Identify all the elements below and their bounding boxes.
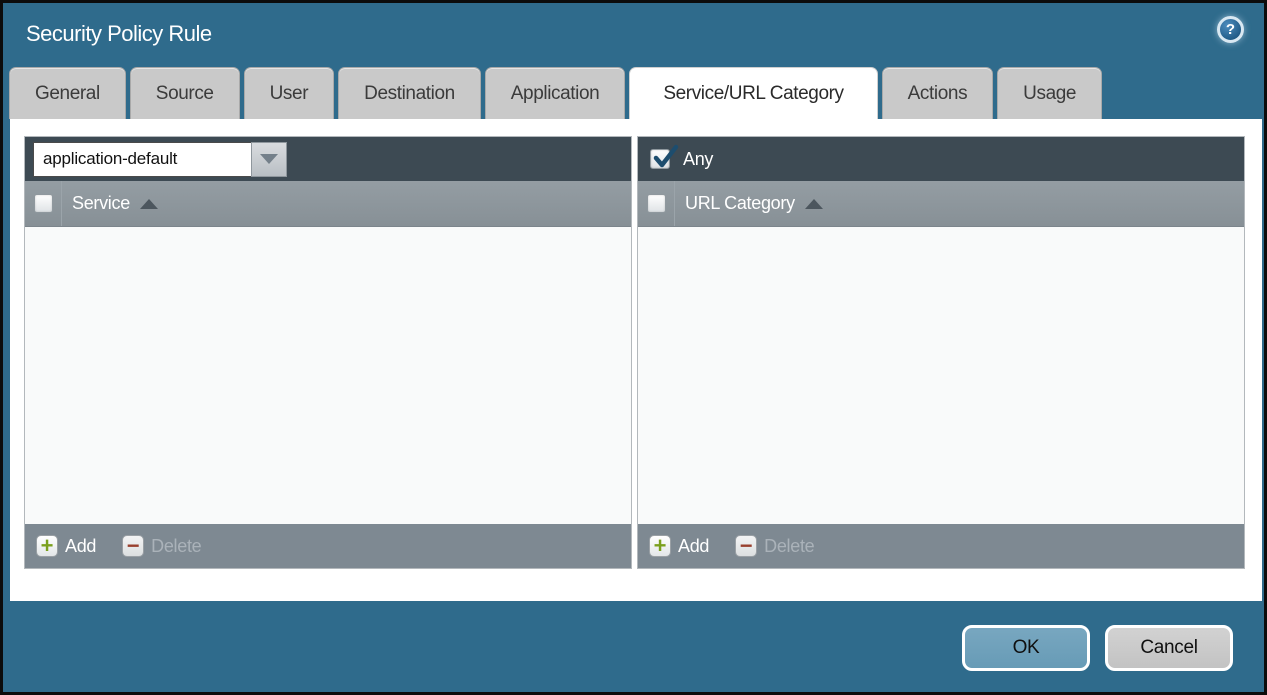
- service-delete-button[interactable]: − Delete: [122, 535, 201, 557]
- tab-user[interactable]: User: [244, 67, 335, 119]
- tab-source[interactable]: Source: [130, 67, 240, 119]
- delete-minus-icon: −: [122, 535, 144, 557]
- add-plus-icon: +: [649, 535, 671, 557]
- url-category-delete-button[interactable]: − Delete: [735, 535, 814, 557]
- tab-general-label: General: [35, 83, 100, 105]
- tab-bar: General Source User Destination Applicat…: [9, 67, 1102, 119]
- tab-application[interactable]: Application: [485, 67, 626, 119]
- tab-content-service-url-category: Service + Add − Delete: [10, 119, 1262, 601]
- service-delete-label: Delete: [151, 536, 201, 557]
- add-plus-icon: +: [36, 535, 58, 557]
- any-row: Any: [646, 149, 713, 170]
- service-column-header-label: Service: [72, 193, 130, 214]
- help-icon[interactable]: ?: [1217, 16, 1244, 43]
- chevron-down-icon: [260, 154, 278, 164]
- url-category-column-header[interactable]: URL Category: [675, 193, 823, 214]
- service-column-header[interactable]: Service: [62, 193, 158, 214]
- service-list: [25, 227, 631, 524]
- tab-service-url-category-label: Service/URL Category: [663, 83, 843, 105]
- tab-usage[interactable]: Usage: [997, 67, 1102, 119]
- cancel-button[interactable]: Cancel: [1105, 625, 1233, 671]
- tab-general[interactable]: General: [9, 67, 126, 119]
- tab-source-label: Source: [156, 83, 214, 105]
- tab-actions-label: Actions: [908, 83, 968, 105]
- sort-asc-icon: [140, 199, 158, 209]
- dialog-footer: OK Cancel: [962, 625, 1233, 671]
- tab-destination[interactable]: Destination: [338, 67, 481, 119]
- sort-asc-icon: [805, 199, 823, 209]
- url-category-add-button[interactable]: + Add: [649, 535, 709, 557]
- tab-user-label: User: [270, 83, 309, 105]
- url-category-toolbar: Any: [638, 137, 1244, 181]
- delete-minus-icon: −: [735, 535, 757, 557]
- url-category-add-label: Add: [678, 536, 709, 557]
- service-toolbar: [25, 137, 631, 181]
- titlebar: Security Policy Rule ?: [3, 3, 1264, 65]
- url-category-list: [638, 227, 1244, 524]
- tab-service-url-category[interactable]: Service/URL Category: [629, 67, 877, 119]
- any-checkbox[interactable]: [650, 149, 670, 169]
- url-category-panel: Any URL Category + Add −: [637, 136, 1245, 569]
- security-policy-rule-dialog: Security Policy Rule ? General Source Us…: [0, 0, 1267, 695]
- dialog-title: Security Policy Rule: [26, 21, 212, 47]
- url-category-delete-label: Delete: [764, 536, 814, 557]
- service-add-label: Add: [65, 536, 96, 557]
- tab-usage-label: Usage: [1023, 83, 1076, 105]
- tab-destination-label: Destination: [364, 83, 455, 105]
- tab-actions[interactable]: Actions: [882, 67, 994, 119]
- url-category-footer-toolbar: + Add − Delete: [638, 524, 1244, 568]
- url-category-select-all-checkbox[interactable]: [647, 194, 666, 213]
- tab-application-label: Application: [511, 83, 600, 105]
- service-footer-toolbar: + Add − Delete: [25, 524, 631, 568]
- url-category-select-all-cell: [638, 181, 675, 226]
- service-panel: Service + Add − Delete: [24, 136, 632, 569]
- checkmark-icon: [652, 144, 680, 172]
- service-select-all-checkbox[interactable]: [34, 194, 53, 213]
- service-column-header-row: Service: [25, 181, 631, 227]
- url-category-column-header-label: URL Category: [685, 193, 795, 214]
- any-checkbox-label: Any: [683, 149, 713, 170]
- help-icon-glyph: ?: [1226, 21, 1235, 38]
- url-category-column-header-row: URL Category: [638, 181, 1244, 227]
- service-type-dropdown-trigger[interactable]: [251, 142, 287, 177]
- service-type-input[interactable]: [33, 142, 251, 177]
- service-select-all-cell: [25, 181, 62, 226]
- service-type-combobox: [33, 142, 287, 177]
- service-add-button[interactable]: + Add: [36, 535, 96, 557]
- ok-button[interactable]: OK: [962, 625, 1090, 671]
